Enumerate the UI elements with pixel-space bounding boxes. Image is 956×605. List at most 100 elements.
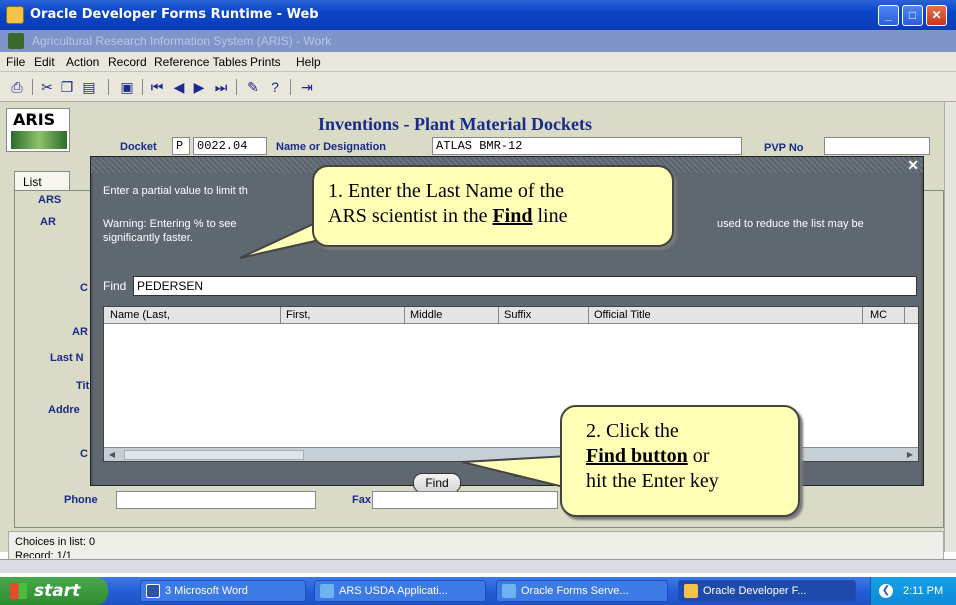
column-header[interactable]: Suffix [504, 309, 531, 321]
print-icon[interactable]: ⎙ [8, 78, 26, 96]
toolbar-separator [142, 79, 143, 95]
list-header: Name (Last, First, Middle Suffix Officia… [104, 307, 918, 324]
scroll-thumb[interactable] [124, 450, 304, 460]
aris-logo-graphic [11, 131, 67, 149]
side-label: Tit [76, 380, 90, 392]
phone-label: Phone [64, 494, 98, 506]
callout-text: 2. Click the [586, 420, 679, 442]
taskbar: start 3 Microsoft Word ARS USDA Applicat… [0, 577, 956, 605]
find-button[interactable]: Find [413, 473, 461, 493]
side-label: C [80, 282, 88, 294]
record-indicator: Record: 1/1 [15, 550, 72, 558]
previous-record-icon[interactable]: ◀ [170, 78, 188, 96]
column-divider [588, 307, 589, 324]
phone-field[interactable] [116, 491, 316, 509]
maximize-button[interactable]: □ [902, 5, 923, 26]
oracle-app-icon [684, 584, 698, 598]
column-header[interactable]: Middle [410, 309, 442, 321]
dialog-warning: Warning: Entering % to see [103, 218, 237, 230]
word-icon [146, 584, 160, 598]
toolbar-separator [108, 79, 109, 95]
query-icon[interactable]: ▣ [118, 78, 136, 96]
pvp-label: PVP No [764, 142, 804, 154]
form-horizontal-scrollbar[interactable] [0, 559, 956, 573]
side-label: Last N [50, 352, 84, 364]
menu-reference-tables[interactable]: Reference Tables [154, 55, 247, 69]
toolbar: ⎙ ✂ ❐ ▤ ▣ ⏮ ◀ ▶ ⏭ ✎ ? ⇥ [0, 72, 956, 102]
app-title: Agricultural Research Information System… [32, 34, 332, 48]
browser-icon [502, 584, 516, 598]
column-divider [404, 307, 405, 324]
column-divider [862, 307, 863, 324]
fax-field[interactable] [372, 491, 558, 509]
callout-text-3: hit the Enter key [586, 470, 719, 492]
menu-action[interactable]: Action [66, 55, 99, 69]
help-icon[interactable]: ? [266, 78, 284, 96]
docket-number-field[interactable]: 0022.04 [193, 137, 267, 155]
exit-icon[interactable]: ⇥ [298, 78, 316, 96]
copy-icon[interactable]: ❐ [58, 78, 76, 96]
menu-file[interactable]: File [6, 55, 25, 69]
column-header[interactable]: First, [286, 309, 310, 321]
toolbar-separator [290, 79, 291, 95]
callout-text-2: ARS scientist in the Find line [328, 205, 568, 227]
form-title: Inventions - Plant Material Dockets [318, 114, 592, 134]
close-icon[interactable]: ✕ [907, 157, 919, 173]
browser-icon [320, 584, 334, 598]
choices-count: Choices in list: 0 [15, 536, 96, 548]
next-record-icon[interactable]: ▶ [190, 78, 208, 96]
form-vertical-scrollbar[interactable] [944, 102, 956, 552]
aris-app-icon [8, 33, 24, 49]
fax-label: Fax [352, 494, 371, 506]
side-label: Addre [48, 404, 80, 416]
close-button[interactable]: ✕ [926, 5, 947, 26]
menu-prints[interactable]: Prints [250, 55, 281, 69]
windows-flag-icon [10, 583, 27, 599]
column-divider [498, 307, 499, 324]
taskbar-item-oracle[interactable]: Oracle Developer F... [678, 580, 856, 602]
menu-bar: File Edit Action Record Reference Tables… [0, 52, 956, 72]
window-title: Oracle Developer Forms Runtime - Web [30, 7, 319, 22]
first-record-icon[interactable]: ⏮ [148, 78, 166, 96]
docket-label: Docket [120, 141, 157, 153]
taskbar-item-word[interactable]: 3 Microsoft Word [140, 580, 306, 602]
taskbar-item-browser-1[interactable]: ARS USDA Applicati... [314, 580, 486, 602]
menu-edit[interactable]: Edit [34, 55, 55, 69]
paste-icon[interactable]: ▤ [80, 78, 98, 96]
column-header[interactable]: Official Title [594, 309, 651, 321]
pvp-field[interactable] [824, 137, 930, 155]
tab-list[interactable]: List [14, 171, 70, 191]
column-header[interactable]: Name (Last, [110, 309, 170, 321]
toolbar-separator [236, 79, 237, 95]
app-title-bar: Agricultural Research Information System… [0, 30, 956, 52]
menu-help[interactable]: Help [296, 55, 321, 69]
find-label: Find [103, 279, 127, 293]
start-button[interactable]: start [0, 577, 108, 605]
side-label: C [80, 448, 88, 460]
name-designation-field[interactable]: ATLAS BMR-12 [432, 137, 742, 155]
find-input[interactable]: PEDERSEN [133, 276, 917, 296]
column-divider [904, 307, 905, 324]
clock: 2:11 PM [903, 585, 944, 597]
dialog-warning-right: used to reduce the list may be [717, 218, 864, 230]
edit-icon[interactable]: ✎ [244, 78, 262, 96]
minimize-button[interactable]: _ [878, 5, 899, 26]
last-record-icon[interactable]: ⏭ [212, 78, 230, 96]
system-tray: ❮ 2:11 PM [870, 577, 956, 605]
column-header[interactable]: MC [870, 309, 887, 321]
window-title-bar: Oracle Developer Forms Runtime - Web _ □… [0, 0, 956, 30]
cut-icon[interactable]: ✂ [38, 78, 56, 96]
menu-record[interactable]: Record [108, 55, 147, 69]
callout-text-2: Find button or [586, 445, 710, 467]
oracle-app-icon [6, 6, 24, 24]
tray-arrow-icon[interactable]: ❮ [879, 584, 893, 598]
dialog-hint: Enter a partial value to limit th [103, 185, 248, 197]
taskbar-item-browser-2[interactable]: Oracle Forms Serve... [496, 580, 668, 602]
side-label: AR [40, 216, 56, 228]
callout-click-find: 2. Click the Find button or hit the Ente… [560, 405, 800, 517]
scroll-left-icon[interactable]: ◀ [106, 449, 118, 460]
docket-prefix-field[interactable]: P [172, 137, 190, 155]
callout-enter-last-name: 1. Enter the Last Name of the ARS scient… [312, 165, 674, 247]
scroll-right-icon[interactable]: ▶ [904, 449, 916, 460]
callout-text: 1. Enter the Last Name of the [328, 180, 565, 202]
